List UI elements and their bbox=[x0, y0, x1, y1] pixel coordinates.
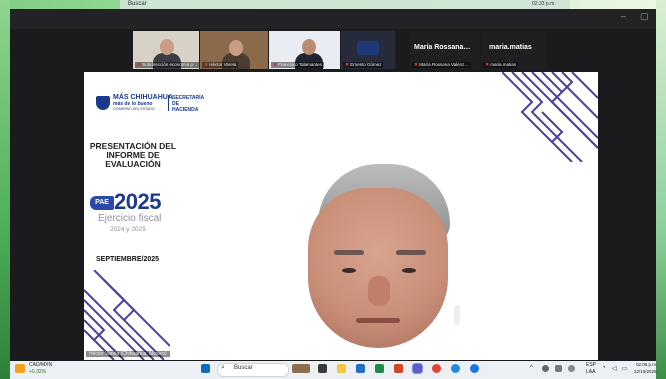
slide-date: SEPTIEMBRE/2025 bbox=[96, 256, 160, 263]
battery-icon[interactable]: ▭ bbox=[622, 365, 628, 372]
participant-tile[interactable]: maria.matias ✖maria.matias bbox=[481, 31, 547, 69]
mic-muted-icon: ✖ bbox=[273, 62, 278, 68]
participant-name: ✖Héctor Varela bbox=[202, 62, 239, 68]
mic-muted-icon: ✖ bbox=[485, 62, 490, 68]
participant-tile[interactable]: ✖Ernesto Gómez bbox=[341, 31, 395, 69]
search-input[interactable] bbox=[217, 363, 289, 377]
mic-muted-icon: ✖ bbox=[414, 62, 419, 68]
participant-name: ✖María Rossana Valenz… bbox=[412, 62, 471, 68]
word-icon[interactable] bbox=[356, 364, 365, 373]
clock-time[interactable]: 02:06 p.m. bbox=[636, 362, 657, 367]
presenter-nose bbox=[368, 276, 390, 306]
mic-muted-icon: ✖ bbox=[137, 62, 142, 68]
tray-app-icon[interactable] bbox=[555, 365, 562, 372]
participant-tile[interactable]: ✖Francisco Talamantes bbox=[269, 31, 340, 69]
presenter-mouth bbox=[356, 318, 400, 323]
participant-face bbox=[160, 39, 174, 55]
mic-muted-icon: ✖ bbox=[345, 62, 350, 68]
presenter-eye bbox=[402, 268, 416, 273]
background-taskbar bbox=[120, 0, 570, 9]
logo-subtitle: GOBIERNO DEL ESTADO bbox=[113, 107, 155, 111]
ejercicio-label: Ejercicio fiscal bbox=[98, 213, 162, 224]
background-search-label: Buscar bbox=[128, 1, 147, 7]
participant-tile[interactable]: ✖Héctor Varela bbox=[200, 31, 268, 69]
participant-face bbox=[229, 40, 243, 56]
maze-decoration-bottom-left bbox=[84, 270, 170, 360]
presenter-brow bbox=[334, 250, 364, 255]
file-explorer-icon[interactable] bbox=[337, 364, 346, 373]
pae-badge: PAE bbox=[90, 196, 114, 210]
participant-logo bbox=[357, 41, 379, 55]
wifi-icon[interactable]: ◔ bbox=[602, 365, 606, 371]
presenter-name-label: Héctor Varela (Chihuahua, México) bbox=[86, 351, 170, 357]
government-shield-icon bbox=[96, 96, 110, 110]
stock-ticker[interactable]: CAD/MXN bbox=[29, 362, 52, 368]
slide-title: PRESENTACIÓN DEL INFORME DE EVALUACIÓN bbox=[89, 141, 177, 169]
search-icon: ⌕ bbox=[221, 364, 225, 371]
task-view-icon[interactable] bbox=[318, 364, 327, 373]
participant-name: ✖maria.matias bbox=[483, 62, 518, 68]
teams-icon[interactable] bbox=[412, 363, 423, 374]
participant-name: ✖Ernesto Gómez bbox=[343, 62, 384, 68]
maze-decoration-top-right bbox=[502, 72, 598, 162]
background-clock: 02:33 p.m. bbox=[532, 1, 556, 7]
edge-icon[interactable] bbox=[451, 364, 460, 373]
tray-app-icon[interactable] bbox=[542, 365, 549, 372]
excel-icon[interactable] bbox=[375, 364, 384, 373]
mic-muted-icon: ✖ bbox=[204, 62, 209, 68]
ejercicio-years: 2024 y 2025 bbox=[110, 226, 146, 233]
tray-app-icon[interactable] bbox=[568, 365, 575, 372]
widget-icon[interactable] bbox=[292, 364, 310, 373]
participant-tile[interactable]: ✖Subdirección economía p… bbox=[133, 31, 199, 69]
language-indicator[interactable]: ESP bbox=[586, 362, 596, 368]
meeting-titlebar bbox=[10, 9, 656, 29]
minimize-icon[interactable]: – bbox=[621, 11, 626, 21]
presenter-video bbox=[300, 150, 470, 361]
earbud bbox=[454, 305, 460, 325]
chrome-icon[interactable] bbox=[432, 364, 441, 373]
participant-display-name: María Rossana… bbox=[414, 44, 471, 51]
desktop-background-right bbox=[656, 0, 666, 379]
secretaria-label: SECRETARÍA DE HACIENDA bbox=[172, 95, 204, 113]
search-label: Buscar bbox=[234, 365, 253, 371]
participant-name: ✖Subdirección economía p… bbox=[135, 62, 199, 68]
powerpoint-icon[interactable] bbox=[394, 364, 403, 373]
language-sub: LAA bbox=[586, 369, 596, 375]
stock-change: +0.32% bbox=[29, 369, 47, 375]
browser-icon[interactable] bbox=[470, 364, 479, 373]
participant-display-name: maria.matias bbox=[489, 44, 532, 51]
presenter-brow bbox=[396, 250, 426, 255]
pae-year: 2025 bbox=[114, 189, 161, 214]
desktop-background-left bbox=[0, 0, 10, 379]
logo-divider bbox=[168, 95, 169, 111]
volume-icon[interactable]: ◁ bbox=[612, 365, 617, 372]
participant-face bbox=[302, 39, 316, 55]
tray-chevron-icon[interactable]: ^ bbox=[530, 365, 533, 371]
participant-name: ✖Francisco Talamantes bbox=[271, 62, 324, 68]
maximize-icon[interactable]: ▢ bbox=[640, 11, 649, 22]
presenter-face bbox=[308, 188, 448, 348]
participant-tile[interactable]: María Rossana… ✖María Rossana Valenz… bbox=[410, 31, 480, 69]
start-icon[interactable] bbox=[201, 364, 210, 373]
clock-date: 22/10/2025 bbox=[634, 369, 657, 374]
stock-widget-icon[interactable] bbox=[15, 364, 25, 373]
presenter-eye bbox=[342, 268, 356, 273]
